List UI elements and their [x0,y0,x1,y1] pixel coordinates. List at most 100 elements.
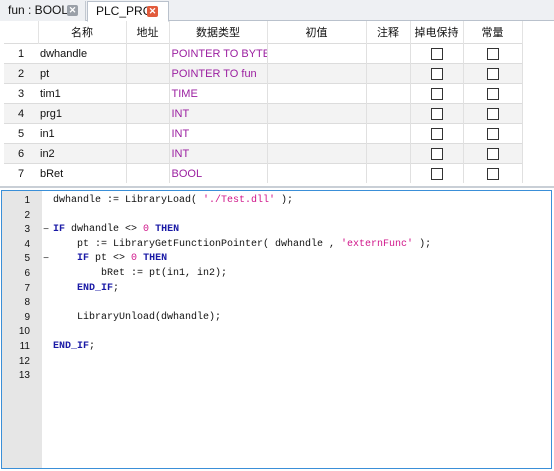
var-comment-cell[interactable] [366,123,411,144]
col-header-retain[interactable]: 掉电保持 [410,21,464,44]
tab-plc-prg[interactable]: PLC_PRG ✕ [87,1,169,22]
constant-checkbox[interactable] [486,47,499,60]
code-line[interactable]: bRet := pt(in1, in2); [53,267,227,281]
fold-toggle-icon[interactable]: − [42,252,50,266]
col-header-address[interactable]: 地址 [126,21,170,44]
table-header-row: 名称 地址 数据类型 初值 注释 掉电保持 常量 [4,21,523,44]
fold-column: − − [42,191,53,468]
var-address-cell[interactable] [126,83,170,104]
var-type-cell[interactable]: INT [169,143,268,164]
table-row[interactable]: 6 in2 INT [4,143,523,164]
code-line[interactable]: END_IF; [53,340,95,354]
constant-cell [463,123,523,144]
code-line[interactable]: dwhandle := LibraryLoad( './Test.dll' ); [53,194,293,208]
var-comment-cell[interactable] [366,163,411,183]
fold-toggle-icon[interactable]: − [42,223,50,237]
code-line[interactable]: LibraryUnload(dwhandle); [53,311,221,325]
code-line[interactable]: pt := LibraryGetFunctionPointer( dwhandl… [53,238,431,252]
var-name-cell[interactable]: pt [38,63,127,84]
var-address-cell[interactable] [126,103,170,124]
var-address-cell[interactable] [126,43,170,64]
var-type-cell[interactable]: POINTER TO BYTE [169,43,268,64]
retain-cell [410,143,464,164]
code-line[interactable]: IF pt <> 0 THEN [53,252,167,266]
code-area[interactable]: dwhandle := LibraryLoad( './Test.dll' );… [53,191,551,468]
retain-checkbox[interactable] [430,67,443,80]
retain-checkbox[interactable] [430,47,443,60]
var-address-cell[interactable] [126,163,170,183]
constant-checkbox[interactable] [486,127,499,140]
col-header-datatype[interactable]: 数据类型 [169,21,268,44]
line-number: 5 [24,253,30,265]
var-name-cell[interactable]: dwhandle [38,43,127,64]
constant-checkbox[interactable] [486,167,499,180]
var-init-cell[interactable] [267,123,367,144]
table-row[interactable]: 4 prg1 INT [4,103,523,124]
table-row[interactable]: 2 pt POINTER TO fun [4,63,523,84]
var-init-cell[interactable] [267,163,367,183]
var-init-cell[interactable] [267,83,367,104]
var-type-cell[interactable]: POINTER TO fun [169,63,268,84]
var-comment-cell[interactable] [366,83,411,104]
var-init-cell[interactable] [267,63,367,84]
table-row[interactable]: 3 tim1 TIME [4,83,523,104]
var-type-cell[interactable]: BOOL [169,163,268,183]
code-string: './Test.dll' [203,195,276,206]
row-number: 6 [4,143,38,164]
code-keyword: IF [53,224,66,236]
code-keyword: THEN [143,253,168,265]
retain-checkbox[interactable] [430,167,443,180]
var-init-cell[interactable] [267,143,367,164]
table-row[interactable]: 5 in1 INT [4,123,523,144]
var-address-cell[interactable] [126,123,170,144]
row-number: 7 [4,163,38,183]
close-icon[interactable]: ✕ [147,6,158,17]
var-name-cell[interactable]: in1 [38,123,127,144]
code-editor[interactable]: 1 2 3 4 5 6 7 8 9 10 11 12 13 − − dwhandle := Library… [1,190,552,469]
col-header-comment[interactable]: 注释 [366,21,411,44]
constant-checkbox[interactable] [486,67,499,80]
var-init-cell[interactable] [267,103,367,124]
constant-cell [463,43,523,64]
var-name-cell[interactable]: tim1 [38,83,127,104]
retain-checkbox[interactable] [430,107,443,120]
code-text: dwhandle <> [65,224,144,236]
table-row[interactable]: 7 bRet BOOL [4,163,523,183]
row-number: 2 [4,63,38,84]
var-name-cell[interactable]: prg1 [38,103,127,124]
line-number-gutter: 1 2 3 4 5 6 7 8 9 10 11 12 13 [2,191,42,468]
var-comment-cell[interactable] [366,43,411,64]
retain-cell [410,63,464,84]
col-header-initial[interactable]: 初值 [267,21,367,44]
retain-checkbox[interactable] [430,87,443,100]
col-header-name[interactable]: 名称 [38,21,127,44]
var-type-cell[interactable]: INT [169,103,268,124]
code-line[interactable]: IF dwhandle <> 0 THEN [53,223,179,237]
var-type-cell[interactable]: INT [169,123,268,144]
retain-checkbox[interactable] [430,127,443,140]
code-keyword: END_IF [53,341,90,352]
close-icon[interactable]: ✕ [67,5,78,16]
tab-fun[interactable]: fun : BOOL ✕ [0,1,86,21]
var-type-cell[interactable]: TIME [169,83,268,104]
line-number: 6 [24,268,30,279]
var-init-cell[interactable] [267,43,367,64]
col-header-index[interactable] [4,21,39,44]
table-row[interactable]: 1 dwhandle POINTER TO BYTE [4,43,523,64]
code-line[interactable]: END_IF; [53,282,119,296]
constant-checkbox[interactable] [486,147,499,160]
var-address-cell[interactable] [126,143,170,164]
row-number: 5 [4,123,38,144]
var-comment-cell[interactable] [366,103,411,124]
retain-checkbox[interactable] [430,147,443,160]
constant-checkbox[interactable] [486,87,499,100]
var-address-cell[interactable] [126,63,170,84]
var-name-cell[interactable]: in2 [38,143,127,164]
var-comment-cell[interactable] [366,143,411,164]
constant-checkbox[interactable] [486,107,499,120]
var-comment-cell[interactable] [366,63,411,84]
pane-splitter[interactable] [0,186,554,188]
line-number: 3 [24,224,30,236]
col-header-constant[interactable]: 常量 [463,21,523,44]
var-name-cell[interactable]: bRet [38,163,127,183]
